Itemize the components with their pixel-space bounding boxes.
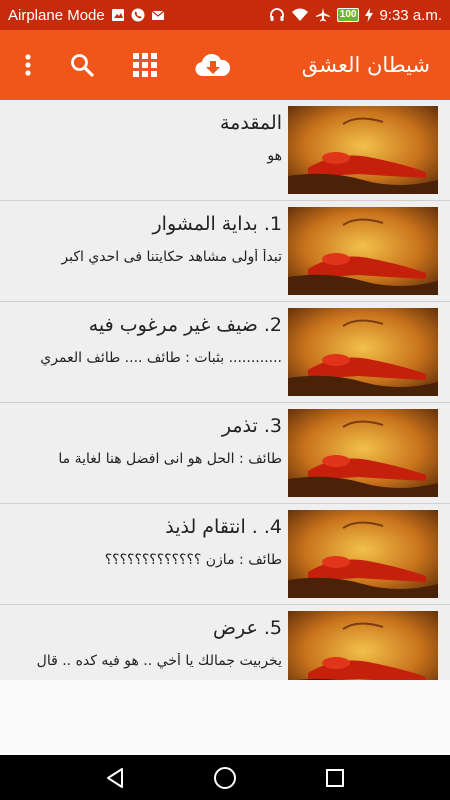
list-item[interactable]: 2. ضيف غير مرغوب فيه ............ بثبات … — [0, 302, 450, 403]
carrier-text: Airplane Mode — [8, 6, 105, 24]
chapter-excerpt: طائف : مازن ؟؟؟؟؟؟؟؟؟؟؟؟؟ — [104, 552, 282, 568]
chapter-thumbnail — [288, 308, 438, 396]
system-nav-bar — [0, 755, 450, 800]
grid-icon[interactable] — [121, 41, 169, 89]
image-notification-icon — [111, 8, 125, 22]
chapter-thumbnail — [288, 611, 438, 680]
chapter-excerpt: ............ بثبات : طائف .... طائف العم… — [40, 350, 282, 366]
recents-icon[interactable] — [315, 758, 355, 798]
chapter-title: 3. تذمر — [221, 415, 282, 437]
list-item[interactable]: 3. تذمر طائف : الحل هو انى افضل هنا لغاي… — [0, 403, 450, 504]
list-item[interactable]: المقدمة هو — [0, 100, 450, 201]
clock: 9:33 a.m. — [379, 6, 442, 24]
chapter-excerpt: يخربيت جمالك يا أخي .. هو فيه كده .. قال — [36, 653, 282, 669]
chapter-thumbnail — [288, 510, 438, 598]
chapter-title: 2. ضيف غير مرغوب فيه — [88, 314, 282, 336]
list-item[interactable]: 4. . انتقام لذيذ طائف : مازن ؟؟؟؟؟؟؟؟؟؟؟… — [0, 504, 450, 605]
app-toolbar: شيطان العشق — [0, 30, 450, 100]
charging-icon — [365, 8, 374, 22]
more-vert-icon[interactable] — [4, 41, 52, 89]
chapter-title: 5. عرض — [213, 617, 282, 639]
wifi-icon — [291, 8, 309, 22]
status-bar: Airplane Mode 100 9:33 a.m. — [0, 0, 450, 30]
chapter-excerpt: هو — [267, 148, 282, 164]
mail-notification-icon — [151, 8, 165, 22]
chapter-excerpt: طائف : الحل هو انى افضل هنا لغاية ما — [58, 451, 282, 467]
back-icon[interactable] — [95, 758, 135, 798]
chapter-title: 1. بداية المشوار — [152, 213, 283, 235]
cloud-download-icon[interactable] — [189, 41, 237, 89]
chapter-thumbnail — [288, 106, 438, 194]
chapter-title: 4. . انتقام لذيذ — [165, 516, 282, 538]
chapter-excerpt: تبدأ أولى مشاهد حكايتنا فى احدي اكبر — [61, 249, 282, 265]
airplane-icon — [315, 7, 331, 23]
battery-indicator: 100 — [336, 8, 360, 22]
empty-area — [0, 680, 450, 755]
list-item[interactable]: 1. بداية المشوار تبدأ أولى مشاهد حكايتنا… — [0, 201, 450, 302]
chapter-thumbnail — [288, 207, 438, 295]
chapter-title: المقدمة — [219, 112, 282, 134]
search-icon[interactable] — [58, 41, 106, 89]
home-icon[interactable] — [205, 758, 245, 798]
phone-notification-icon — [131, 8, 145, 22]
headphones-icon — [269, 7, 285, 23]
page-title: شيطان العشق — [301, 53, 430, 77]
chapter-thumbnail — [288, 409, 438, 497]
list-item[interactable]: 5. عرض يخربيت جمالك يا أخي .. هو فيه كده… — [0, 605, 450, 680]
chapter-list: المقدمة هو 1. بداية المشوار تبدأ أولى مش… — [0, 100, 450, 680]
